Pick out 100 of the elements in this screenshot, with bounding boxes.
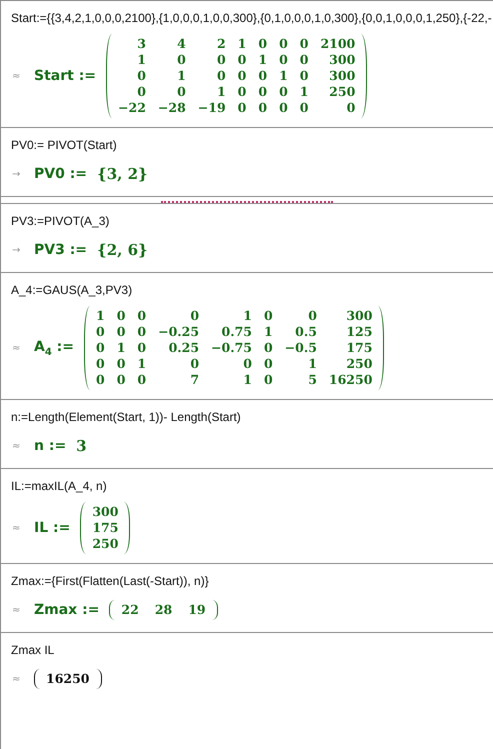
matrix-entry: 250 — [328, 84, 356, 100]
matrix-entry: 0.75 — [220, 324, 252, 340]
matrix-entry: 1 — [279, 68, 288, 84]
matrix-entry: 19 — [188, 602, 206, 618]
result-value: {2, 6} — [97, 241, 148, 259]
matrix-entry: 2 — [216, 36, 226, 52]
matrix-entry: −0.75 — [211, 340, 252, 356]
matrix-entry: 0 — [258, 100, 268, 116]
matrix-entry: 0 — [176, 84, 186, 100]
matrix-entry: 0 — [137, 308, 146, 324]
matrix-entry: 2100 — [320, 36, 356, 52]
matrix-entry: 0 — [258, 84, 268, 100]
matrix-entry: 0 — [264, 308, 273, 324]
matrix-entry: 1 — [96, 308, 105, 324]
output-label: Zmax := — [34, 602, 100, 618]
input-line[interactable]: Zmax IL — [11, 642, 493, 658]
output-label: PV0 := — [34, 166, 88, 182]
matrix-entry: 0 — [96, 372, 105, 388]
matrix-entry: 0 — [238, 68, 246, 84]
matrix-entry: 0 — [264, 372, 273, 388]
output-label: Start := — [34, 68, 96, 84]
matrix-entry: 0 — [279, 100, 288, 116]
input-line[interactable]: n:=Length(Element(Start, 1))- Length(Start) — [11, 409, 493, 425]
matrix-entry: −0.5 — [284, 340, 317, 356]
output-marker: ≈ — [12, 70, 22, 82]
matrix-entry: 3 — [136, 36, 146, 52]
matrix-entry: 250 — [92, 536, 118, 552]
input-line[interactable]: Zmax:={First(Flatten(Last(-Start)), n)} — [11, 573, 493, 589]
matrix-entry: 0.25 — [168, 340, 200, 356]
matrix-entry: 5 — [307, 372, 317, 388]
matrix-entry: −19 — [198, 100, 226, 116]
matrix-entry: 16250 — [328, 372, 372, 388]
output-label: PV3 := — [34, 242, 88, 258]
matrix-entry: 0 — [136, 84, 146, 100]
matrix-entry: 1 — [264, 324, 273, 340]
output-marker: → — [12, 244, 22, 256]
input-line[interactable]: A_4:=GAUS(A_3,PV3) — [11, 282, 493, 298]
matrix-entry: 7 — [189, 372, 200, 388]
output-marker: ≈ — [12, 522, 22, 534]
matrix-entry: 1 — [242, 372, 252, 388]
matrix-entry: 0 — [346, 100, 356, 116]
matrix-entry: 0 — [96, 356, 105, 372]
matrix-entry: 0 — [279, 36, 288, 52]
matrix-entry: 0 — [300, 36, 308, 52]
matrix-entry: 0 — [258, 68, 268, 84]
input-line[interactable]: Start:={{3,4,2,1,0,0,0,2100},{1,0,0,0,1,0,0,300},{0,1,0,0,0,1,0,300},{0,0,1,0,0,0,1,250},{-22,- — [11, 10, 493, 26]
matrix-entry: 0 — [137, 372, 146, 388]
output-marker: ≈ — [12, 604, 22, 616]
matrix-entry: 0 — [300, 68, 308, 84]
matrix-entry: 1 — [300, 84, 308, 100]
matrix-entry: 0 — [116, 324, 126, 340]
matrix-entry: 16250 — [46, 671, 90, 687]
output-marker: ≈ — [12, 440, 22, 452]
result-value: {3, 2} — [97, 165, 148, 183]
matrix-entry: 300 — [92, 504, 118, 520]
matrix-entry: 0 — [116, 356, 126, 372]
matrix-entry: 0 — [258, 36, 268, 52]
matrix-entry: 0 — [116, 372, 126, 388]
matrix-entry: 0 — [264, 340, 273, 356]
matrix-entry: 0 — [238, 52, 246, 68]
matrix-entry: 0 — [137, 324, 146, 340]
matrix-entry: 0 — [279, 84, 288, 100]
matrix-entry: 0 — [176, 52, 186, 68]
matrix-entry: 1 — [176, 68, 186, 84]
matrix-entry: 0 — [96, 324, 105, 340]
matrix-entry: 1 — [307, 356, 317, 372]
matrix-entry: 0 — [189, 356, 200, 372]
input-line[interactable]: PV3:=PIVOT(A_3) — [11, 213, 493, 229]
matrix-entry: 1 — [116, 340, 126, 356]
matrix-entry: 4 — [176, 36, 186, 52]
matrix-entry: 0 — [136, 68, 146, 84]
matrix-entry: 0 — [216, 68, 226, 84]
matrix-entry: 0 — [137, 340, 146, 356]
matrix-entry: 300 — [328, 68, 356, 84]
input-line[interactable]: IL:=maxIL(A_4, n) — [11, 478, 493, 494]
matrix-entry: 0 — [238, 100, 246, 116]
input-line[interactable]: PV0:= PIVOT(Start) — [11, 137, 493, 153]
matrix-entry: 175 — [92, 520, 118, 536]
matrix-entry: −0.25 — [158, 324, 200, 340]
output-label: A$_{4}$ := — [34, 338, 74, 358]
matrix-entry: 1 — [137, 356, 146, 372]
matrix-entry: 28 — [154, 602, 172, 618]
matrix-entry: 1 — [136, 52, 146, 68]
matrix-entry: −28 — [158, 100, 186, 116]
matrix-entry: 1 — [238, 36, 246, 52]
result-value: 3 — [76, 437, 87, 455]
output-label: n := — [34, 438, 66, 454]
matrix-entry: 0 — [279, 52, 288, 68]
matrix-entry: 250 — [345, 356, 372, 372]
matrix-entry: 0 — [238, 84, 246, 100]
matrix-entry: 0 — [300, 52, 308, 68]
matrix-entry: 0 — [264, 356, 273, 372]
matrix-entry: 1 — [258, 52, 268, 68]
matrix-entry: 0 — [300, 100, 308, 116]
matrix-entry: 0 — [96, 340, 105, 356]
matrix-entry: 0.5 — [294, 324, 317, 340]
matrix-entry: 175 — [345, 340, 372, 356]
output-label: IL := — [34, 520, 70, 536]
output-marker: ≈ — [12, 342, 22, 354]
matrix-entry: 300 — [328, 52, 356, 68]
